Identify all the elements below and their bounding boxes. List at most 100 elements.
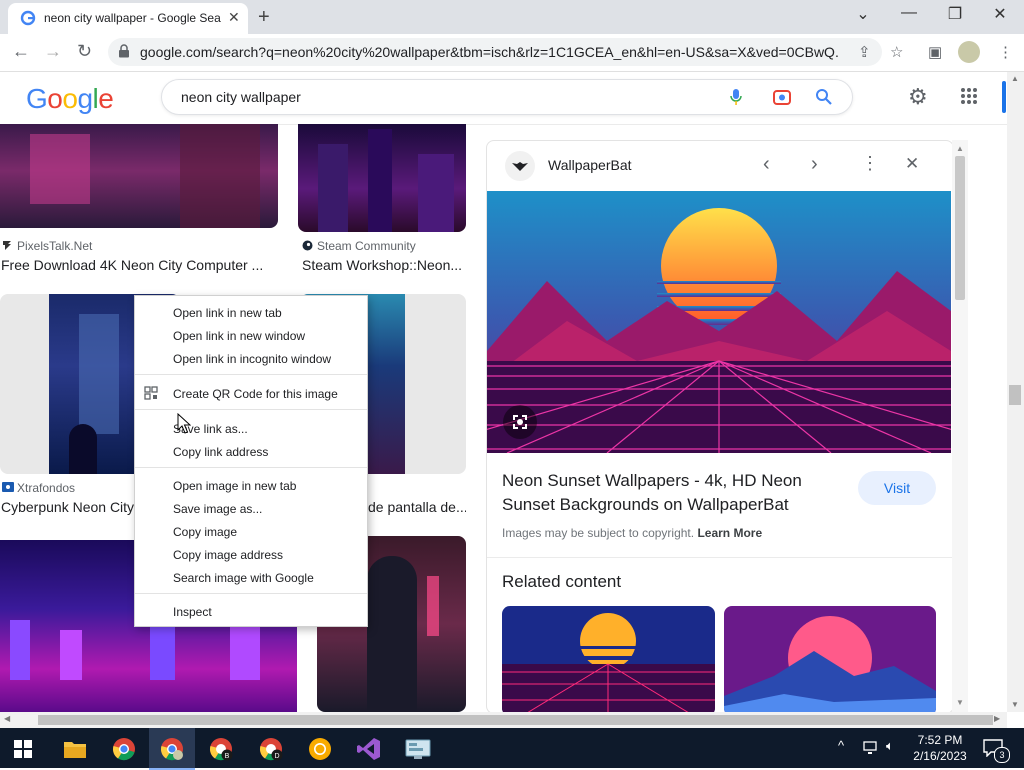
clock-date[interactable]: 2/16/2023 [912,749,968,763]
lens-search-button[interactable] [503,405,537,439]
tab-strip: neon city wallpaper - Google Sea ✕ + ⌄ —… [0,0,1024,34]
restore-icon[interactable]: ❐ [935,4,975,24]
tab-search-icon[interactable]: ⌄ [843,4,883,24]
google-logo[interactable]: Google [26,83,114,115]
lens-camera-icon[interactable] [772,88,792,106]
side-panel-icon[interactable]: ▣ [928,43,942,61]
result-title[interactable]: Steam Workshop::Neon... [302,257,468,273]
copyright-notice: Images may be subject to copyright. Lear… [502,526,762,540]
google-favicon-icon [20,10,36,26]
page-horizontal-scrollbar[interactable]: ◀ ▶ [0,712,1007,728]
page-scroll-left-icon[interactable]: ◀ [4,714,10,723]
menu-open-link-new-tab[interactable]: Open link in new tab [173,306,282,320]
panel-title-line1[interactable]: Neon Sunset Wallpapers - 4k, HD Neon [502,471,802,491]
active-chrome-task[interactable] [149,728,195,770]
related-image[interactable] [502,606,715,713]
browser-tab[interactable]: neon city wallpaper - Google Sea ✕ [8,3,248,34]
tab-title: neon city wallpaper - Google Sea [44,11,221,25]
search-input[interactable]: neon city wallpaper [181,89,301,105]
panel-scroll-thumb[interactable] [955,156,965,300]
address-bar[interactable]: google.com/search?q=neon%20city%20wallpa… [108,38,882,66]
tray-chevron-icon[interactable]: ^ [838,738,844,753]
related-image[interactable] [724,606,936,713]
menu-open-image-new-tab[interactable]: Open image in new tab [173,479,296,493]
page-scroll-down-icon[interactable]: ▼ [1011,700,1019,709]
result-image[interactable] [298,124,466,232]
microphone-icon[interactable] [729,88,743,106]
apps-grid-icon[interactable] [960,87,978,105]
file-explorer-icon[interactable] [63,739,87,759]
chrome-icon[interactable] [112,737,136,761]
visit-button[interactable]: Visit [858,471,936,505]
menu-copy-image[interactable]: Copy image [173,525,237,539]
panel-site-name[interactable]: WallpaperBat [548,157,632,173]
result-title[interactable]: Free Download 4K Neon City Computer ... [1,257,271,273]
chrome-beta-icon[interactable]: B [209,737,233,761]
back-icon[interactable]: ← [12,41,30,62]
menu-save-image-as[interactable]: Save image as... [173,502,262,516]
clock-time[interactable]: 7:52 PM [912,733,968,747]
result-source: PixelsTalk.Net [17,239,93,253]
result-title[interactable]: Cyberpunk Neon City [1,499,136,515]
menu-copy-link-address[interactable]: Copy link address [173,445,268,459]
reload-icon[interactable]: ↻ [77,41,92,62]
forward-icon[interactable]: → [44,41,62,62]
page-hscroll-thumb[interactable] [38,715,993,725]
share-icon[interactable]: ⇪ [858,43,871,61]
close-window-icon[interactable]: ✕ [980,4,1020,24]
windows-taskbar: B D ^ 🔈︎ 7:52 PM 2/16/2023 3 [0,728,1024,770]
menu-dots-icon[interactable]: ⋮ [998,43,1013,61]
close-tab-icon[interactable]: ✕ [228,9,240,26]
browser-toolbar: ← → ↻ google.com/search?q=neon%20city%20… [0,34,1024,72]
next-icon[interactable]: › [811,153,818,176]
menu-search-image-google[interactable]: Search image with Google [173,571,314,585]
result-source: Steam Community [317,239,416,253]
learn-more-link[interactable]: Learn More [697,526,762,540]
menu-separator [135,593,367,594]
menu-copy-image-address[interactable]: Copy image address [173,548,283,562]
menu-separator [135,374,367,375]
scroll-down-icon[interactable]: ▼ [956,698,964,707]
lens-icon [513,415,527,429]
lock-icon [119,44,129,58]
page-scroll-up-icon[interactable]: ▲ [1011,74,1019,83]
menu-create-qr-code[interactable]: Create QR Code for this image [173,387,338,401]
page-scroll-right-icon[interactable]: ▶ [994,714,1000,723]
panel-title-line2[interactable]: Sunset Backgrounds on WallpaperBat [502,495,789,515]
more-options-icon[interactable]: ⋮ [861,153,879,174]
previous-icon[interactable]: ‹ [763,153,770,176]
new-tab-icon[interactable]: + [258,6,270,29]
preview-image[interactable] [487,191,951,453]
url-text: google.com/search?q=neon%20city%20wallpa… [140,44,840,60]
volume-icon[interactable]: 🔈︎ [886,738,894,754]
profile-avatar[interactable] [958,41,980,63]
minimize-icon[interactable]: — [889,4,929,22]
windows-start-icon[interactable] [14,740,32,758]
wallpaperbat-icon [512,162,528,171]
bookmark-star-icon[interactable]: ☆ [890,43,903,61]
chrome-canary-icon[interactable] [308,737,332,761]
search-box[interactable]: neon city wallpaper [161,79,853,115]
steam-favicon-icon [302,240,313,251]
menu-open-link-new-window[interactable]: Open link in new window [173,329,305,343]
result-image[interactable] [0,124,278,228]
menu-inspect[interactable]: Inspect [173,605,212,619]
related-content-heading: Related content [502,572,622,591]
qr-code-icon [144,386,158,400]
chrome-dev-icon[interactable]: D [259,737,283,761]
page-scroll-thumb[interactable] [1009,385,1021,405]
scroll-up-icon[interactable]: ▲ [956,144,964,153]
search-icon[interactable] [815,88,833,106]
neon-sunset-image [487,191,951,453]
menu-open-link-incognito[interactable]: Open link in incognito window [173,352,331,366]
visual-studio-icon[interactable] [356,736,382,762]
control-panel-icon[interactable] [405,738,431,760]
page-vertical-scrollbar[interactable]: ▲ ▼ [1007,72,1024,712]
signin-edge[interactable] [1002,81,1006,113]
close-panel-icon[interactable]: ✕ [905,154,919,174]
settings-gear-icon[interactable]: ⚙ [908,84,928,110]
panel-scrollbar[interactable]: ▲ ▼ [952,140,968,712]
result-title[interactable]: de pantalla de... [368,499,466,515]
network-icon[interactable] [862,740,880,756]
notification-badge: 3 [994,747,1010,763]
